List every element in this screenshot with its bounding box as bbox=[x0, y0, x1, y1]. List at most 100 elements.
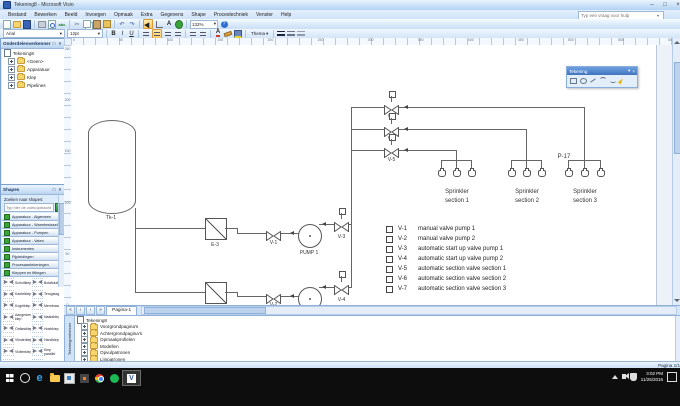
stencil-bar[interactable]: Apparatuur - Warmtewisselaars bbox=[2, 221, 64, 229]
justify-button[interactable] bbox=[174, 30, 182, 38]
close-button[interactable]: × bbox=[673, 1, 680, 10]
line-color-button[interactable] bbox=[224, 30, 232, 38]
expand-icon[interactable] bbox=[8, 82, 15, 89]
expand-icon[interactable] bbox=[8, 74, 15, 81]
freeform-tool-icon[interactable] bbox=[610, 79, 616, 83]
tree-item[interactable]: <Geen> bbox=[2, 57, 64, 65]
valve-v7[interactable] bbox=[384, 102, 399, 112]
last-page-button[interactable]: » bbox=[96, 306, 105, 315]
font-select[interactable]: Arial▾ bbox=[3, 29, 65, 38]
valve-v5[interactable] bbox=[384, 145, 399, 155]
shape-master[interactable]: Kogelklep bbox=[2, 300, 31, 311]
heat-exchanger-shape[interactable] bbox=[205, 218, 227, 240]
pipe[interactable] bbox=[135, 228, 206, 229]
connector-tool-button[interactable] bbox=[155, 20, 163, 28]
pan-zoom-button[interactable] bbox=[175, 20, 183, 28]
menu-item[interactable]: Extra bbox=[137, 11, 157, 19]
stencil-bar[interactable]: Instrumenten bbox=[2, 245, 64, 253]
shape-master[interactable]: Naaldklep bbox=[31, 312, 59, 323]
shape-master[interactable]: Vlinderklep bbox=[2, 335, 31, 346]
pipe[interactable] bbox=[237, 296, 267, 297]
font-color-button[interactable]: A bbox=[214, 30, 222, 38]
taskbar-clock[interactable]: 3:02 PM 11/25/2016 bbox=[641, 371, 663, 382]
sprinkler-head-shape[interactable] bbox=[453, 170, 461, 177]
pump2-shape[interactable] bbox=[298, 287, 322, 305]
valve-v2[interactable] bbox=[266, 291, 281, 301]
menu-item[interactable]: Invoegen bbox=[81, 11, 110, 19]
pipe[interactable] bbox=[135, 208, 136, 293]
text-tool-button[interactable]: A bbox=[165, 20, 173, 28]
search-icon[interactable] bbox=[17, 371, 32, 385]
arrow-style-button[interactable] bbox=[297, 30, 305, 38]
shape-master[interactable]: Kantelklep bbox=[2, 289, 31, 300]
volume-icon[interactable] bbox=[622, 374, 626, 379]
store-icon[interactable] bbox=[77, 371, 92, 385]
minimize-button[interactable]: – bbox=[647, 1, 657, 10]
theme-button[interactable]: Thema▾ bbox=[249, 31, 270, 37]
new-document-button[interactable] bbox=[3, 20, 11, 28]
expand-icon[interactable] bbox=[8, 66, 15, 73]
menu-item[interactable]: Venster bbox=[252, 11, 277, 19]
sprinkler-head-shape[interactable] bbox=[538, 170, 546, 177]
stencil-bar[interactable]: Kleppen en fittingen bbox=[2, 269, 64, 277]
fill-color-button[interactable] bbox=[234, 30, 242, 38]
scrollbar-thumb[interactable] bbox=[674, 62, 680, 154]
tree-root[interactable]: Tekening8 bbox=[2, 49, 64, 57]
cut-button[interactable]: ✂ bbox=[73, 20, 81, 28]
pipe[interactable] bbox=[526, 129, 527, 161]
file-explorer-icon[interactable] bbox=[47, 371, 62, 385]
undo-button[interactable]: ↶ bbox=[118, 20, 126, 28]
scroll-down-icon[interactable] bbox=[674, 299, 680, 302]
action-center-icon[interactable] bbox=[667, 372, 677, 382]
scroll-up-icon[interactable] bbox=[674, 41, 680, 44]
align-center-button[interactable] bbox=[152, 29, 162, 39]
chevron-down-icon[interactable]: ▾ bbox=[628, 68, 630, 74]
tray-expand-icon[interactable] bbox=[612, 375, 618, 379]
valve-v1[interactable] bbox=[266, 228, 281, 238]
shape-master[interactable]: Hoekklep bbox=[31, 323, 59, 334]
stencil-bar[interactable]: Pijpleidingen bbox=[2, 253, 64, 261]
redo-button[interactable]: ↷ bbox=[128, 20, 136, 28]
stencil-bar[interactable]: Apparatuur - Vaten bbox=[2, 237, 64, 245]
menu-item[interactable]: Bestand bbox=[4, 11, 30, 19]
start-button[interactable] bbox=[2, 371, 17, 385]
stencil-bar[interactable]: Apparatuur - Pompen bbox=[2, 229, 64, 237]
pipe[interactable] bbox=[399, 129, 527, 130]
expand-icon[interactable] bbox=[8, 58, 15, 65]
help-button[interactable]: ? bbox=[220, 20, 228, 28]
line-tool-icon[interactable] bbox=[590, 78, 595, 82]
sprinkler-head-shape[interactable] bbox=[523, 170, 531, 177]
panel-close-button[interactable]: × bbox=[57, 187, 63, 192]
pointer-tool-button[interactable] bbox=[143, 19, 153, 29]
shape-master[interactable]: Handklep bbox=[31, 335, 59, 346]
pipe[interactable] bbox=[584, 107, 585, 161]
bold-button[interactable]: B bbox=[110, 30, 117, 38]
chevron-down-icon[interactable]: ▾ bbox=[657, 13, 659, 18]
line-style-button[interactable] bbox=[287, 30, 295, 38]
horizontal-scrollbar[interactable] bbox=[141, 306, 677, 315]
italic-button[interactable]: I bbox=[119, 30, 126, 38]
pipe[interactable] bbox=[351, 107, 352, 288]
pipe[interactable] bbox=[135, 292, 206, 293]
pipe[interactable] bbox=[352, 107, 384, 108]
sprinkler-head-shape[interactable] bbox=[597, 170, 605, 177]
explorer-scrollbar[interactable] bbox=[675, 316, 680, 363]
vertical-scrollbar[interactable] bbox=[672, 38, 680, 305]
underline-button[interactable]: U bbox=[128, 30, 135, 38]
pump1-shape[interactable] bbox=[298, 224, 322, 248]
arc-tool-icon[interactable] bbox=[599, 77, 607, 85]
shape-master[interactable]: Bolafsluiter bbox=[31, 277, 59, 288]
pipe[interactable] bbox=[237, 233, 267, 234]
shape-master[interactable]: Vlotterklep bbox=[2, 346, 31, 357]
photos-icon[interactable] bbox=[62, 371, 77, 385]
paste-button[interactable] bbox=[93, 20, 101, 28]
print-preview-button[interactable] bbox=[48, 20, 56, 28]
help-search-input[interactable] bbox=[579, 13, 657, 18]
menu-item[interactable]: Shape bbox=[187, 11, 209, 19]
rectangle-tool-icon[interactable] bbox=[570, 78, 577, 84]
copy-button[interactable] bbox=[83, 20, 91, 28]
spotify-icon[interactable] bbox=[107, 371, 122, 385]
next-page-button[interactable]: › bbox=[86, 306, 95, 315]
shape-master[interactable]: Aangedreven klep bbox=[2, 312, 31, 323]
shape-master[interactable]: Schuifklep bbox=[2, 277, 31, 288]
